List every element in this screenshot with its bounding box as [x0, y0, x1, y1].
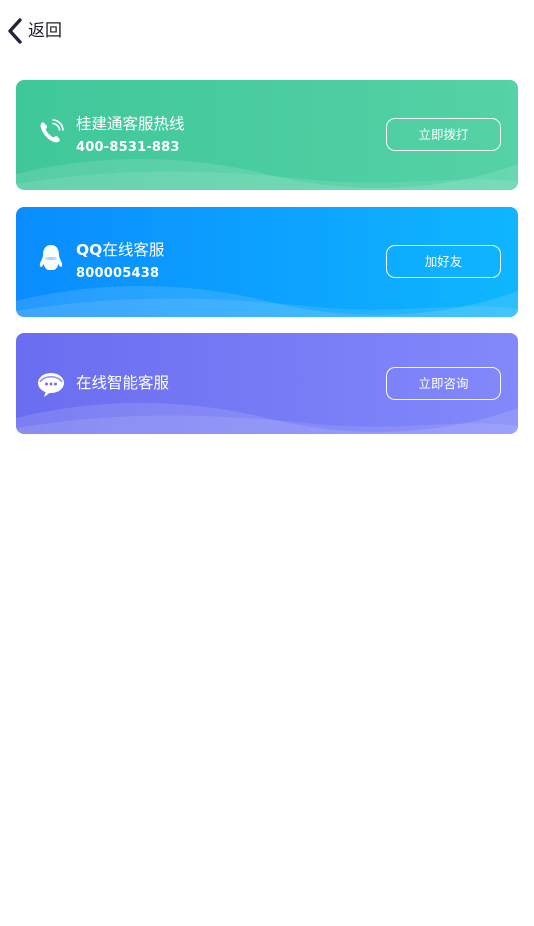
hotline-number: 400-8531-883: [76, 140, 180, 155]
qq-info: QQ在线客服 800005438: [76, 240, 164, 282]
call-now-button[interactable]: 立即拨打: [386, 118, 501, 151]
smart-service-card: 在线智能客服 立即咨询: [16, 333, 518, 434]
hotline-info: 桂建通客服热线 400-8531-883: [76, 114, 185, 156]
hotline-title: 桂建通客服热线: [76, 115, 185, 133]
add-friend-button[interactable]: 加好友: [386, 245, 501, 278]
top-bar: 返回: [0, 0, 534, 62]
qq-title: QQ在线客服: [76, 240, 164, 260]
qq-number: 800005438: [76, 266, 160, 281]
back-label: 返回: [28, 21, 62, 41]
back-button[interactable]: 返回: [6, 18, 62, 44]
phone-icon: [40, 119, 64, 143]
qq-title-prefix: QQ: [76, 241, 103, 259]
chevron-left-icon: [8, 18, 22, 44]
hotline-card: 桂建通客服热线 400-8531-883 立即拨打: [16, 80, 518, 190]
qq-penguin-icon: [39, 245, 63, 270]
smart-service-title: 在线智能客服: [76, 374, 170, 392]
qq-title-text: 在线客服: [102, 241, 165, 259]
smart-service-info: 在线智能客服: [76, 373, 169, 393]
consult-now-button[interactable]: 立即咨询: [386, 367, 501, 400]
chat-bubble-icon: [38, 373, 64, 397]
qq-service-card: QQ在线客服 800005438 加好友: [16, 207, 518, 317]
